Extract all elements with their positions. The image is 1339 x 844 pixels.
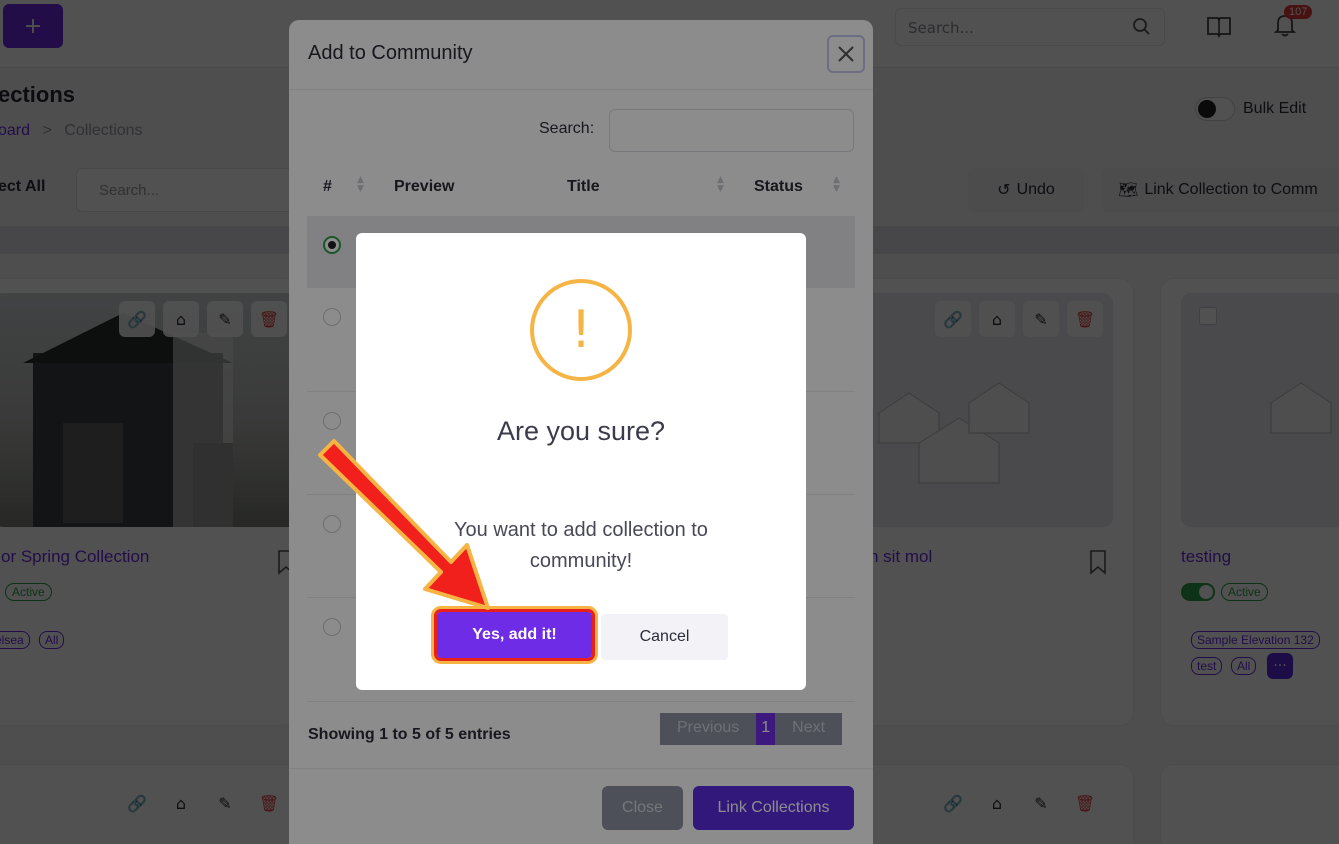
cancel-button[interactable]: Cancel xyxy=(601,614,728,660)
warning-icon: ! xyxy=(530,279,632,381)
confirm-add-button[interactable]: Yes, add it! xyxy=(434,609,595,661)
dialog-title: Are you sure? xyxy=(496,416,666,446)
dialog-message: You want to add collection to community! xyxy=(454,519,708,572)
confirm-dialog: ! Are you sure? You want to add collecti… xyxy=(356,233,806,690)
